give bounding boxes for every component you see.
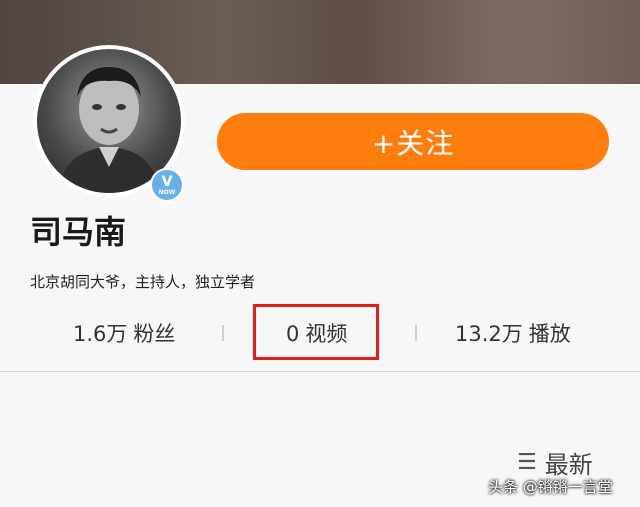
stat-followers[interactable]: 1.6万 粉丝 [73, 318, 175, 348]
sort-newest-button[interactable]: ☰ 最新 [517, 445, 593, 480]
stat-followers-label: 粉丝 [133, 322, 176, 346]
verified-icon: V NOW [152, 170, 182, 200]
watermark: 头条 @锵锵一言堂 [488, 478, 613, 496]
stat-separator [415, 325, 417, 341]
verified-badge: V NOW [150, 168, 184, 202]
profile-bio: 北京胡同大爷，主持人，独立学者 [30, 273, 256, 291]
stat-followers-value: 1.6万 [73, 322, 128, 346]
profile-name: 司马南 [30, 213, 127, 251]
stat-plays-value: 13.2万 [455, 322, 523, 346]
stat-plays[interactable]: 13.2万 播放 [455, 318, 571, 348]
highlight-box [253, 304, 379, 360]
sort-icon: ☰ [517, 450, 537, 475]
verified-text: NOW [158, 188, 176, 196]
stat-separator [222, 325, 224, 341]
follow-button-label: +关注 [371, 126, 455, 160]
follow-button[interactable]: +关注 [217, 113, 609, 170]
stat-plays-label: 播放 [528, 322, 571, 346]
sort-label: 最新 [544, 451, 593, 479]
section-divider [0, 371, 640, 372]
verified-letter: V [161, 173, 173, 190]
